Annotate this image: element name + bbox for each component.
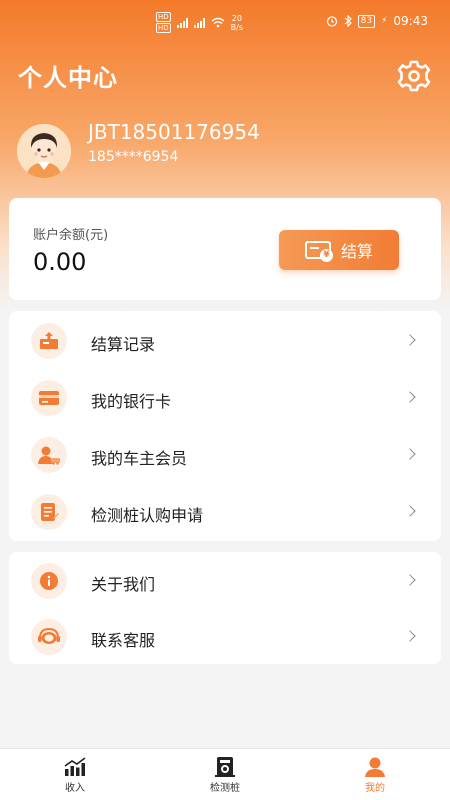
net-speed-unit: B/s	[230, 22, 244, 32]
tab-mine[interactable]: 我的	[320, 755, 430, 794]
charging-icon: ⚡	[381, 16, 388, 26]
net-speed: 20 B/s	[231, 14, 243, 32]
settle-button-label: 结算	[340, 242, 373, 261]
menu-item-settlement-record[interactable]: 结算记录	[9, 312, 441, 369]
clock-time: 09:43	[393, 14, 428, 28]
hd-indicators: HD HD	[156, 12, 171, 33]
gear-icon	[397, 60, 431, 92]
bluetooth-icon	[344, 15, 352, 27]
chevron-right-icon	[404, 334, 416, 346]
charging-pile-icon	[170, 755, 280, 779]
net-speed-value: 20	[231, 13, 242, 23]
status-bar: HD HD 20 B/s 83 ⚡ 09:43	[0, 0, 450, 44]
income-chart-icon	[20, 755, 130, 779]
menu-item-pile-application[interactable]: 检测桩认购申请	[9, 483, 441, 540]
tab-label: 检测桩	[210, 783, 240, 794]
settle-button[interactable]: 结算	[279, 230, 399, 270]
tab-charging-pile[interactable]: 检测桩	[170, 755, 280, 794]
balance-card: 账户余额(元) 0.00 结算	[9, 198, 441, 300]
menu-item-bank-card[interactable]: 我的银行卡	[9, 369, 441, 426]
bank-card-icon	[31, 380, 67, 416]
bottom-tab-bar: 收入 检测桩 我的	[0, 748, 450, 800]
menu-label: 结算记录	[91, 335, 156, 354]
balance-value: 0.00	[33, 248, 87, 276]
signal-icon	[193, 17, 205, 28]
menu-label: 我的银行卡	[91, 392, 172, 411]
hd-badge: HD	[156, 23, 171, 33]
user-name: JBT18501176954	[88, 120, 260, 144]
settlement-record-icon	[31, 323, 67, 359]
chevron-right-icon	[404, 391, 416, 403]
page-title: 个人中心	[18, 64, 118, 92]
tab-label: 收入	[65, 783, 85, 794]
person-icon	[320, 755, 430, 779]
settings-button[interactable]	[396, 58, 432, 94]
signal-icon	[176, 17, 188, 28]
user-phone: 185****6954	[88, 149, 179, 165]
menu-label: 联系客服	[91, 631, 156, 650]
battery-icon: 83	[357, 14, 376, 28]
menu-item-about-us[interactable]: 关于我们	[9, 552, 441, 609]
chevron-right-icon	[404, 448, 416, 460]
avatar[interactable]	[17, 124, 71, 178]
hd-badge: HD	[156, 12, 171, 22]
menu-group-main: 结算记录 我的银行卡 我的车主会员 检测桩认购申请	[9, 311, 441, 541]
tab-label: 我的	[365, 783, 385, 794]
status-left: HD HD 20 B/s	[156, 12, 243, 33]
menu-label: 检测桩认购申请	[91, 506, 204, 525]
status-right: 83 ⚡ 09:43	[326, 14, 428, 28]
wallet-icon	[304, 241, 333, 262]
avatar-illustration	[17, 124, 71, 178]
wifi-icon	[211, 17, 225, 28]
info-icon	[31, 563, 67, 599]
chevron-right-icon	[404, 630, 416, 642]
customer-service-icon	[31, 619, 67, 655]
application-form-icon	[31, 494, 67, 530]
menu-item-contact-support[interactable]: 联系客服	[9, 608, 441, 665]
menu-item-car-owner-member[interactable]: 我的车主会员	[9, 426, 441, 483]
menu-label: 关于我们	[91, 575, 156, 594]
alarm-icon	[326, 16, 337, 27]
menu-group-secondary: 关于我们 联系客服	[9, 552, 441, 664]
balance-label: 账户余额(元)	[33, 228, 109, 243]
menu-label: 我的车主会员	[91, 449, 188, 468]
chevron-right-icon	[404, 574, 416, 586]
chevron-right-icon	[404, 505, 416, 517]
car-owner-member-icon	[31, 437, 67, 473]
tab-income[interactable]: 收入	[20, 755, 130, 794]
